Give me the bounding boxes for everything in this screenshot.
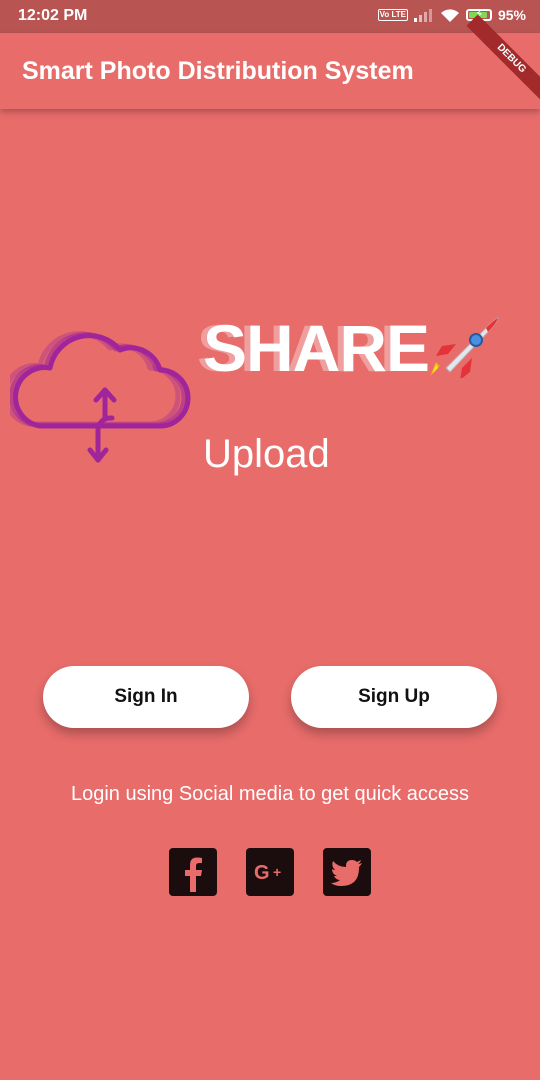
cloud-sync-icon bbox=[10, 331, 191, 463]
battery-percent: 95% bbox=[497, 7, 526, 23]
sign-up-button[interactable]: Sign Up bbox=[291, 666, 497, 728]
hero-title: SHARE bbox=[203, 311, 430, 385]
status-icons: Vo LTE ⚡ 95% bbox=[377, 7, 526, 23]
status-time: 12:02 PM bbox=[18, 7, 88, 24]
twitter-icon[interactable] bbox=[323, 848, 371, 896]
svg-text:+: + bbox=[273, 864, 281, 880]
rocket-icon bbox=[430, 317, 499, 378]
facebook-icon[interactable] bbox=[169, 848, 217, 896]
social-login-prompt: Login using Social media to get quick ac… bbox=[70, 783, 469, 805]
hero-subtitle: Upload bbox=[203, 432, 330, 476]
svg-text:G: G bbox=[254, 862, 270, 884]
google-plus-icon[interactable]: G + bbox=[246, 848, 294, 896]
volte-icon: Vo LTE bbox=[377, 9, 408, 21]
wifi-icon bbox=[440, 8, 459, 22]
status-bar: 12:02 PM Vo LTE ⚡ 95% bbox=[0, 0, 540, 33]
app-title: Smart Photo Distribution System bbox=[22, 57, 414, 85]
sign-in-button[interactable]: Sign In bbox=[43, 666, 249, 728]
app-bar: Smart Photo Distribution System DEBUG bbox=[0, 14, 540, 109]
signal-icon bbox=[413, 9, 432, 22]
